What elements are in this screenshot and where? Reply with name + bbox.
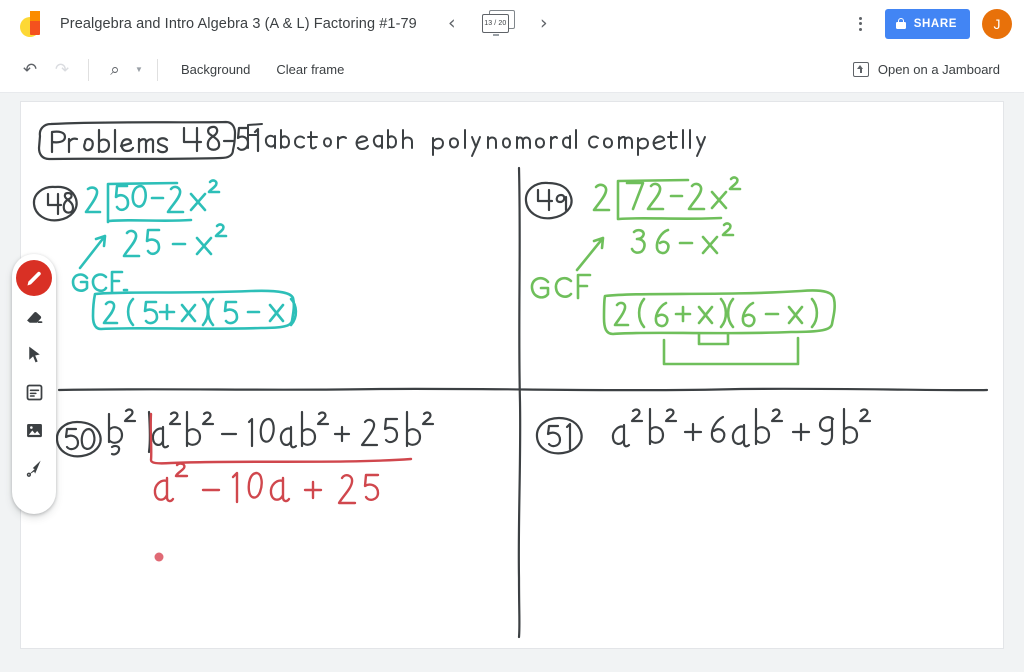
- jamboard-app: Prealgebra and Intro Algebra 3 (A & L) F…: [0, 0, 1024, 672]
- canvas-stage: [0, 93, 1024, 672]
- ink-dot: [154, 552, 164, 562]
- sticky-note-tool[interactable]: [16, 374, 52, 410]
- clear-frame-button[interactable]: Clear frame: [263, 56, 357, 83]
- frame-navigation: ‹ 13 / 20 ›: [439, 9, 557, 38]
- image-tool[interactable]: [16, 412, 52, 448]
- cast-icon: [852, 62, 869, 77]
- kebab-dot: [859, 16, 863, 20]
- top-bar-actions: SHARE J: [847, 8, 1012, 39]
- page-title[interactable]: Prealgebra and Intro Algebra 3 (A & L) F…: [60, 16, 417, 32]
- jam-canvas[interactable]: [20, 101, 1004, 649]
- open-on-jamboard-button[interactable]: Open on a Jamboard: [843, 56, 1010, 83]
- ink-layer: [32, 120, 989, 639]
- top-bar: Prealgebra and Intro Algebra 3 (A & L) F…: [0, 0, 1024, 47]
- toolbar-right-actions: Open on a Jamboard: [843, 56, 1010, 83]
- next-frame-button[interactable]: ›: [531, 11, 557, 37]
- image-icon: [26, 423, 42, 437]
- cast-stem: [859, 69, 862, 73]
- pen-tool[interactable]: [16, 260, 52, 296]
- problem-49-ink: [524, 176, 836, 366]
- background-button[interactable]: Background: [168, 56, 263, 83]
- lock-icon: [896, 17, 907, 30]
- redo-icon[interactable]: ↷: [46, 54, 78, 86]
- kebab-dot: [859, 22, 863, 25]
- laser-pointer-icon: [26, 460, 41, 477]
- toolbar-divider: [157, 58, 158, 81]
- open-on-jamboard-label: Open on a Jamboard: [877, 62, 1000, 77]
- header-banner-ink: [37, 120, 260, 161]
- problem-48-ink: [32, 179, 298, 331]
- frame-expand-handle-icon: [492, 33, 499, 36]
- laser-pointer-tool[interactable]: [16, 450, 52, 486]
- problem-50-ink: [55, 408, 435, 562]
- eraser-icon: [26, 311, 42, 323]
- eraser-tool[interactable]: [16, 298, 52, 334]
- cursor-arrow-icon: [28, 346, 40, 362]
- chevron-down-icon[interactable]: ▼: [131, 56, 147, 84]
- jamboard-logo-icon[interactable]: [18, 9, 48, 39]
- frame-counter[interactable]: 13 / 20: [479, 9, 517, 38]
- more-options-icon[interactable]: [847, 10, 875, 38]
- zoom-icon[interactable]: ⌕: [99, 54, 131, 86]
- previous-frame-button[interactable]: ‹: [439, 11, 465, 37]
- problem-51-ink: [535, 407, 872, 455]
- instruction-ink: [247, 123, 706, 157]
- share-button[interactable]: SHARE: [884, 8, 970, 39]
- kebab-dot: [859, 27, 863, 31]
- share-button-label: SHARE: [913, 17, 957, 30]
- toolbar-divider: [88, 58, 89, 81]
- frame-counter-label: 13 / 20: [481, 13, 509, 33]
- undo-icon[interactable]: ↶: [14, 54, 46, 86]
- select-tool[interactable]: [16, 336, 52, 372]
- zoom-control: ⌕ ▼: [99, 54, 147, 86]
- sticky-note-icon: [26, 384, 42, 400]
- logo-bar: [30, 10, 40, 35]
- avatar[interactable]: J: [982, 8, 1012, 39]
- pen-icon: [27, 271, 41, 285]
- tool-palette: [12, 254, 56, 514]
- toolbar: ↶ ↷ ⌕ ▼ Background Clear frame Open on a…: [0, 47, 1024, 93]
- lock-body: [896, 22, 907, 30]
